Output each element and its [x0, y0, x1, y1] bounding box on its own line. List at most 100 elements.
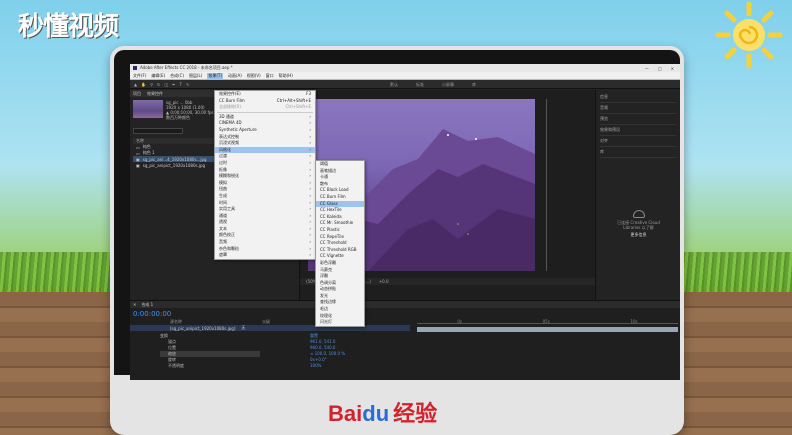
- window-controls: — □ ✕: [645, 66, 680, 71]
- workspace-default[interactable]: 默认: [390, 82, 398, 88]
- cloud-more-info-link[interactable]: 更多信息: [616, 232, 661, 237]
- menu-animation[interactable]: 动画(A): [228, 73, 242, 79]
- cloud-notice-text: 已连接 Creative Cloud Libraries 以了解: [617, 220, 660, 230]
- submenu-item[interactable]: CC Kaleida: [316, 214, 364, 221]
- tab-effect-controls[interactable]: 效果控件: [147, 91, 163, 97]
- submenu-item[interactable]: 闪光灯: [316, 319, 364, 326]
- effect-menu-item[interactable]: 模拟 ›: [215, 180, 315, 187]
- submenu-item[interactable]: 动态拼贴: [316, 286, 364, 293]
- menu-layer[interactable]: 图层(L): [189, 73, 202, 79]
- panel-info[interactable]: 信息: [600, 92, 676, 103]
- effect-menu-item[interactable]: 风格化 ›: [215, 146, 315, 154]
- selection-tool-icon[interactable]: ▲: [134, 82, 137, 87]
- effect-menu-item[interactable]: CINEMA 4D ›: [215, 120, 315, 127]
- workspace-standard[interactable]: 标准: [416, 82, 424, 88]
- menu-window[interactable]: 窗口: [266, 73, 274, 79]
- workspace-library[interactable]: 库: [472, 82, 476, 88]
- submenu-item[interactable]: 阈值: [316, 161, 364, 168]
- effect-menu-item[interactable]: 3D 通道 ›: [215, 114, 315, 121]
- effect-menu-item[interactable]: 扭曲 ›: [215, 186, 315, 193]
- close-button[interactable]: ✕: [671, 66, 674, 71]
- menu-effect[interactable]: 效果(T): [207, 72, 223, 79]
- submenu-item[interactable]: CC Mr. Smoothie: [316, 220, 364, 227]
- submenu-item[interactable]: CC Plastic: [316, 227, 364, 234]
- cloud-icon: [632, 210, 645, 218]
- effect-menu-item[interactable]: 模糊和锐化 ›: [215, 173, 315, 180]
- time-ruler[interactable]: 0s 05s 10s: [417, 319, 678, 324]
- effect-menu-item[interactable]: 过渡 ›: [215, 153, 315, 160]
- camera-tool-icon[interactable]: ◫: [164, 82, 168, 87]
- close-icon[interactable]: ✕: [133, 302, 136, 307]
- effect-menu-item[interactable]: 音频 ›: [215, 239, 315, 246]
- window-title: Adobe After Effects CC 2018 - 未命名项目.aep …: [140, 65, 233, 70]
- submenu-item[interactable]: CC Threshold: [316, 240, 364, 247]
- effect-menu-item[interactable]: 生成 ›: [215, 193, 315, 200]
- effect-menu-item[interactable]: 沉浸式视频 ›: [215, 140, 315, 147]
- project-search-input[interactable]: [133, 128, 183, 134]
- menu-item-label: 过渡: [219, 153, 227, 159]
- file-name: 纯色 1: [142, 150, 155, 155]
- effect-menu-item[interactable]: 过时 ›: [215, 160, 315, 167]
- panel-audio[interactable]: 音频: [600, 103, 676, 114]
- effect-menu-item[interactable]: 通道 ›: [215, 213, 315, 220]
- menu-item-shortcut: ›: [309, 179, 311, 185]
- submenu-item[interactable]: 卡通: [316, 174, 364, 181]
- submenu-item[interactable]: CC Threshold RGB: [316, 247, 364, 254]
- menu-item-shortcut: ›: [309, 140, 311, 146]
- menu-item-label: 过时: [219, 159, 227, 165]
- exposure-value[interactable]: +0.0: [379, 279, 389, 284]
- pen-tool-icon[interactable]: ✒: [172, 82, 175, 87]
- opacity-value[interactable]: 100%: [310, 363, 345, 369]
- submenu-item[interactable]: 浮雕: [316, 273, 364, 280]
- menu-item-label: 扭曲: [219, 186, 227, 192]
- submenu-item[interactable]: 散布: [316, 181, 364, 188]
- menu-view[interactable]: 视图(V): [247, 73, 261, 79]
- prop-opacity[interactable]: 不透明度: [160, 363, 260, 369]
- menu-edit[interactable]: 编辑(E): [151, 73, 165, 79]
- panel-effects-presets[interactable]: 效果和预设: [600, 125, 676, 136]
- effect-menu-item[interactable]: 杂色和颗粒 ›: [215, 246, 315, 253]
- menu-item-shortcut: ›: [309, 239, 311, 245]
- submenu-item[interactable]: 毛边: [316, 306, 364, 313]
- timeline-timecode[interactable]: 0:00:00:00: [133, 310, 171, 318]
- effect-menu-item[interactable]: Synthetic Aperture ›: [215, 127, 315, 134]
- effect-menu-item[interactable]: 透视 ›: [215, 219, 315, 226]
- submenu-item[interactable]: CC HexTile: [316, 207, 364, 214]
- effect-menu-item[interactable]: 实用工具 ›: [215, 206, 315, 213]
- menu-item-label: 遮罩: [219, 252, 227, 258]
- maximize-button[interactable]: □: [658, 66, 662, 71]
- effect-menu-item[interactable]: 颜色校正 ›: [215, 232, 315, 239]
- submenu-item[interactable]: CC RepeTile: [316, 234, 364, 241]
- effect-menu-item[interactable]: 效果控件(E) F3: [215, 91, 315, 98]
- layer-mode[interactable]: 无: [241, 325, 245, 331]
- submenu-item[interactable]: CC Glass: [316, 200, 364, 208]
- panel-align[interactable]: 对齐: [600, 136, 676, 147]
- menu-bar: 文件(F) 编辑(E) 合成(C) 图层(L) 效果(T) 动画(A) 视图(V…: [130, 72, 680, 80]
- effect-menu-item[interactable]: 遮罩 ›: [215, 252, 315, 259]
- submenu-item[interactable]: CC Burn Film: [316, 194, 364, 201]
- tab-comp-1[interactable]: 合成 1: [141, 302, 153, 308]
- panel-library[interactable]: 库: [600, 147, 676, 158]
- menu-composition[interactable]: 合成(C): [170, 73, 184, 79]
- workspace-small-screen[interactable]: 小屏幕: [442, 82, 454, 88]
- layer-duration-bar[interactable]: [417, 327, 678, 332]
- tab-project[interactable]: 项目: [133, 91, 141, 97]
- text-tool-icon[interactable]: T: [180, 82, 182, 87]
- zoom-tool-icon[interactable]: ⚲: [150, 82, 153, 87]
- submenu-item[interactable]: 彩色浮雕: [316, 260, 364, 267]
- panel-preview[interactable]: 预览: [600, 114, 676, 125]
- menu-file[interactable]: 文件(F): [133, 73, 146, 79]
- timeline-layer-row[interactable]: [sg_pic_anipict_1920x1080s.jpg] 无: [130, 325, 410, 331]
- brush-tool-icon[interactable]: ✎: [186, 82, 189, 87]
- effect-menu-item[interactable]: 全部移除(R) Ctrl+Shift+E: [215, 104, 315, 111]
- workspace-switcher: 默认 标准 小屏幕 库: [390, 82, 476, 88]
- hand-tool-icon[interactable]: ✋: [141, 82, 146, 87]
- submenu-item[interactable]: CC Vignette: [316, 253, 364, 260]
- minimize-button[interactable]: —: [645, 66, 649, 71]
- menu-item-label: 3D 通道: [219, 113, 234, 119]
- menu-item-label: 透视: [219, 219, 227, 225]
- timeline-tracks: 0s 05s 10s: [417, 319, 678, 377]
- menu-help[interactable]: 帮助(H): [279, 73, 293, 79]
- submenu-item[interactable]: CC Block Load: [316, 187, 364, 194]
- rotate-tool-icon[interactable]: ↻: [157, 82, 160, 87]
